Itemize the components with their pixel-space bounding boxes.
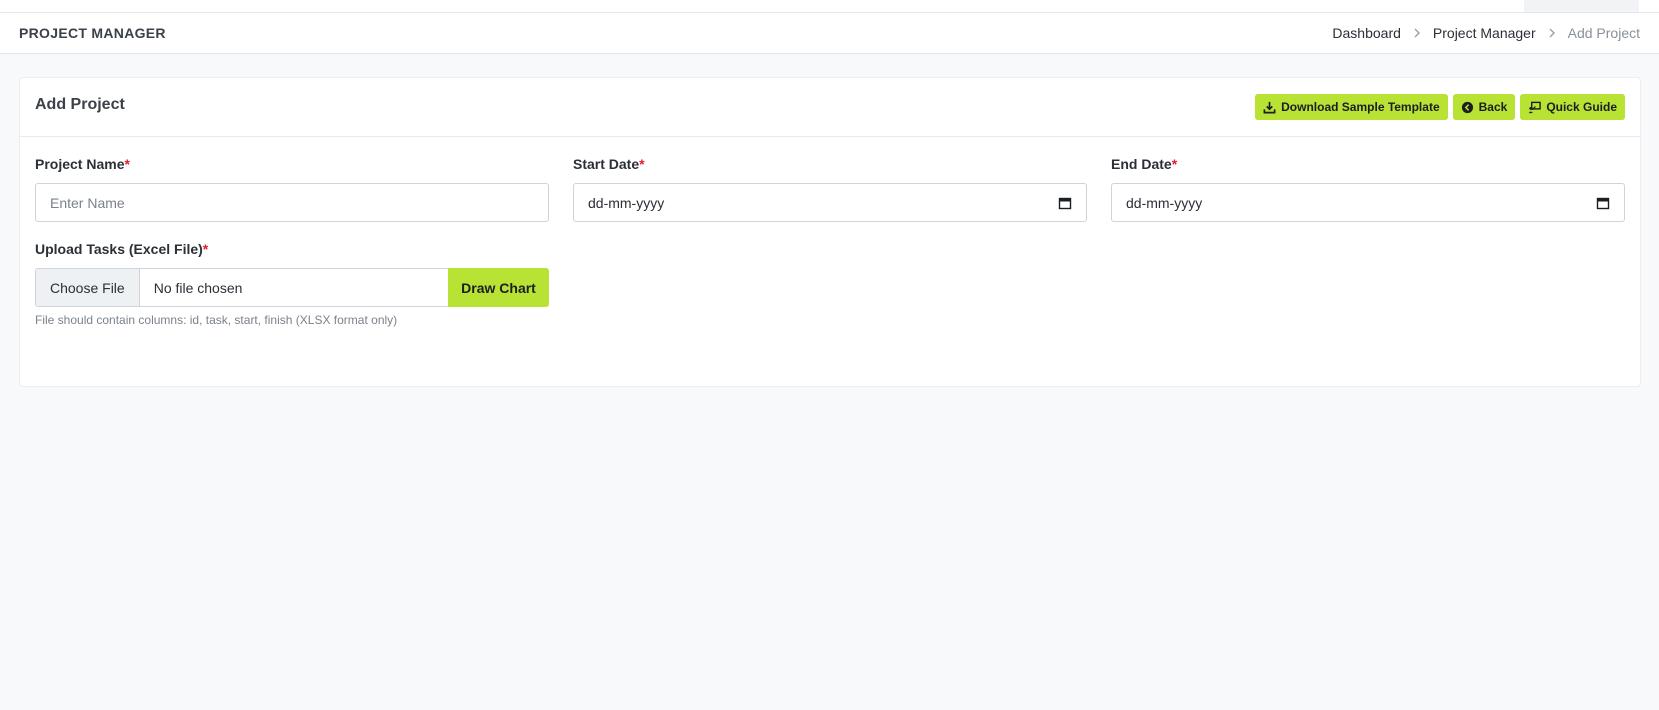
top-bar — [0, 0, 1659, 13]
upload-tasks-label: Upload Tasks (Excel File)* — [35, 241, 209, 257]
end-date-input[interactable]: dd-mm-yyyy — [1111, 183, 1625, 222]
form-row-1: Project Name* Start Date* dd-mm-yyyy End… — [35, 137, 1625, 222]
start-date-value: dd-mm-yyyy — [588, 194, 665, 211]
download-template-label: Download Sample Template — [1281, 100, 1440, 114]
breadcrumb-dashboard[interactable]: Dashboard — [1332, 25, 1401, 41]
presentation-icon — [1529, 101, 1542, 113]
project-name-label: Project Name* — [35, 156, 130, 172]
calendar-icon[interactable] — [1596, 196, 1610, 210]
back-label: Back — [1478, 100, 1508, 114]
card-body: Project Name* Start Date* dd-mm-yyyy End… — [20, 137, 1640, 327]
page-title: PROJECT MANAGER — [19, 25, 166, 41]
end-date-field: End Date* dd-mm-yyyy — [1111, 137, 1625, 222]
chevron-right-icon — [1548, 28, 1556, 38]
quick-guide-label: Quick Guide — [1546, 100, 1617, 114]
quick-guide-button[interactable]: Quick Guide — [1520, 94, 1625, 120]
breadcrumb-project-manager[interactable]: Project Manager — [1433, 25, 1536, 41]
file-status: No file chosen — [153, 279, 243, 296]
file-input[interactable]: Choose File No file chosen — [35, 268, 448, 307]
end-date-value: dd-mm-yyyy — [1126, 194, 1203, 211]
top-bar-tab[interactable] — [1524, 0, 1639, 12]
breadcrumb: Dashboard Project Manager Add Project — [1332, 25, 1640, 41]
download-template-button[interactable]: Download Sample Template — [1255, 94, 1448, 120]
chevron-right-icon — [1413, 28, 1421, 38]
upload-hint: File should contain columns: id, task, s… — [35, 313, 398, 327]
add-project-card: Add Project Download Sample Template Bac… — [19, 77, 1641, 387]
start-date-label: Start Date* — [573, 156, 645, 172]
project-name-field: Project Name* — [35, 137, 549, 222]
draw-chart-button[interactable]: Draw Chart — [448, 268, 549, 307]
card-title: Add Project — [35, 96, 125, 113]
start-date-field: Start Date* dd-mm-yyyy — [573, 137, 1087, 222]
choose-file-button[interactable]: Choose File — [36, 269, 140, 306]
breadcrumb-current: Add Project — [1567, 25, 1640, 41]
project-name-input[interactable] — [35, 183, 549, 222]
calendar-icon[interactable] — [1058, 196, 1072, 210]
page-header: PROJECT MANAGER Dashboard Project Manage… — [0, 13, 1659, 54]
card-actions: Download Sample Template Back Quick Guid… — [1255, 94, 1625, 120]
end-date-label: End Date* — [1111, 156, 1178, 172]
start-date-input[interactable]: dd-mm-yyyy — [573, 183, 1087, 222]
card-header: Add Project Download Sample Template Bac… — [20, 78, 1640, 137]
upload-tasks-field: Upload Tasks (Excel File)* Choose File N… — [35, 241, 549, 327]
upload-row: Choose File No file chosen Draw Chart — [35, 268, 549, 307]
back-button[interactable]: Back — [1452, 94, 1516, 120]
download-icon — [1263, 101, 1276, 113]
back-circle-icon — [1461, 101, 1473, 113]
